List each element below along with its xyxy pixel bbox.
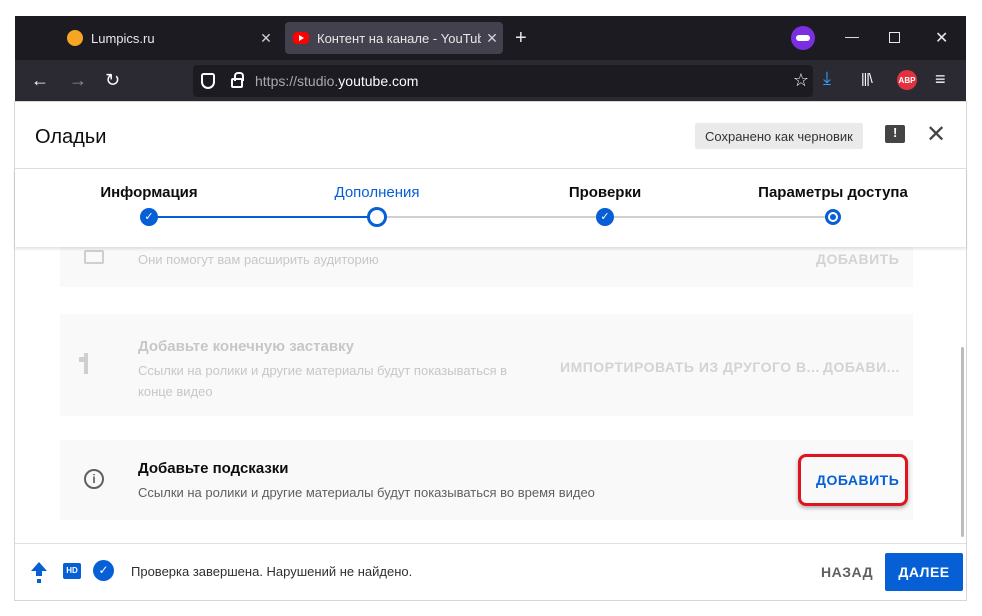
new-tab-icon[interactable]: + [515, 28, 527, 48]
step-label-visibility[interactable]: Параметры доступа [758, 184, 908, 201]
endscreen-icon [84, 353, 88, 374]
status-text: Проверка завершена. Нарушений не найдено… [131, 564, 413, 579]
card-description: Они помогут вам расширить аудиторию [138, 252, 379, 267]
url-host: youtube.com [338, 73, 419, 89]
step-check-icon[interactable]: ✓ [596, 208, 614, 226]
window-close-icon[interactable]: ✕ [935, 28, 948, 48]
step-current-icon[interactable] [367, 207, 387, 227]
library-icon[interactable]: |||\ [861, 70, 873, 86]
cards-card: i Добавьте подсказки Ссылки на ролики и … [60, 440, 913, 520]
url-text[interactable]: https://studio.youtube.com [255, 73, 418, 89]
hamburger-menu-icon[interactable]: ≡ [935, 69, 946, 90]
dialog-title: Оладьи [35, 126, 107, 148]
next-button[interactable]: ДАЛЕЕ [885, 553, 963, 591]
endscreen-card: Добавьте конечную заставку Ссылки на рол… [60, 314, 913, 416]
tab-youtube-studio[interactable]: Контент на канале - YouTube S ✕ [285, 22, 503, 54]
feedback-icon[interactable] [885, 125, 905, 143]
card-description: Ссылки на ролики и другие материалы буду… [138, 363, 508, 399]
scrollbar[interactable] [961, 347, 964, 537]
minimize-icon[interactable]: — [845, 28, 859, 44]
download-icon[interactable]: ⤓ [823, 68, 831, 89]
stepper: Информация Дополнения Проверки Параметры… [15, 169, 966, 247]
hd-icon[interactable]: HD [63, 563, 81, 579]
url-prefix: https://studio. [255, 73, 339, 89]
close-dialog-icon[interactable]: ✕ [926, 120, 946, 149]
step-check-icon[interactable]: ✓ [140, 208, 158, 226]
forward-arrow-icon[interactable]: → [69, 70, 87, 90]
step-connector-done [149, 216, 377, 218]
address-bar[interactable]: https://studio.youtube.com ☆ [193, 65, 813, 97]
subtitles-card: Они помогут вам расширить аудиторию ДОБА… [60, 247, 913, 287]
upload-icon[interactable] [31, 562, 47, 580]
browser-tab-strip: Lumpics.ru ✕ Контент на канале - YouTube… [15, 16, 966, 60]
close-icon[interactable]: ✕ [255, 30, 277, 47]
draft-saved-badge: Сохранено как черновик [695, 123, 863, 149]
checks-done-icon[interactable]: ✓ [93, 560, 114, 581]
shield-icon[interactable] [201, 73, 215, 89]
reload-icon[interactable]: ↻ [105, 70, 120, 90]
close-icon[interactable]: ✕ [481, 30, 503, 47]
import-endscreen-button[interactable]: ИМПОРТИРОВАТЬ ИЗ ДРУГОГО В... [560, 359, 820, 375]
extras-list: Они помогут вам расширить аудиторию ДОБА… [15, 247, 966, 543]
highlight-frame [798, 454, 908, 506]
step-label-info[interactable]: Информация [100, 184, 197, 201]
lock-icon[interactable] [231, 72, 244, 88]
info-icon: i [84, 469, 104, 489]
back-button[interactable]: НАЗАД [821, 564, 873, 580]
tab-title: Lumpics.ru [91, 30, 155, 46]
add-endscreen-button[interactable]: ДОБАВИ... [823, 359, 900, 375]
card-title: Добавьте подсказки [138, 460, 289, 477]
step-label-extras[interactable]: Дополнения [335, 184, 420, 201]
private-mask-icon[interactable] [791, 26, 815, 50]
lumpics-favicon-icon [67, 30, 83, 46]
bookmark-star-icon[interactable]: ☆ [793, 70, 809, 91]
maximize-icon[interactable] [889, 32, 900, 43]
back-arrow-icon[interactable]: ← [31, 70, 49, 90]
upload-dialog: Оладьи Сохранено как черновик ✕ Информац… [15, 102, 966, 600]
add-subtitles-button[interactable]: ДОБАВИТЬ [816, 251, 899, 267]
dialog-footer: HD ✓ Проверка завершена. Нарушений не на… [15, 543, 966, 600]
card-title: Добавьте конечную заставку [138, 338, 354, 355]
tab-lumpics[interactable]: Lumpics.ru ✕ [55, 22, 277, 54]
keyboard-icon [84, 250, 104, 264]
card-description: Ссылки на ролики и другие материалы буду… [138, 485, 595, 500]
youtube-favicon-icon [293, 32, 309, 44]
adblock-icon[interactable]: ABP [897, 70, 917, 90]
step-pending-icon[interactable] [825, 209, 841, 225]
browser-nav-bar: ← → ↻ https://studio.youtube.com ☆ ⤓ |||… [15, 60, 966, 102]
step-label-checks[interactable]: Проверки [569, 184, 641, 201]
tab-title: Контент на канале - YouTube S [317, 30, 481, 46]
